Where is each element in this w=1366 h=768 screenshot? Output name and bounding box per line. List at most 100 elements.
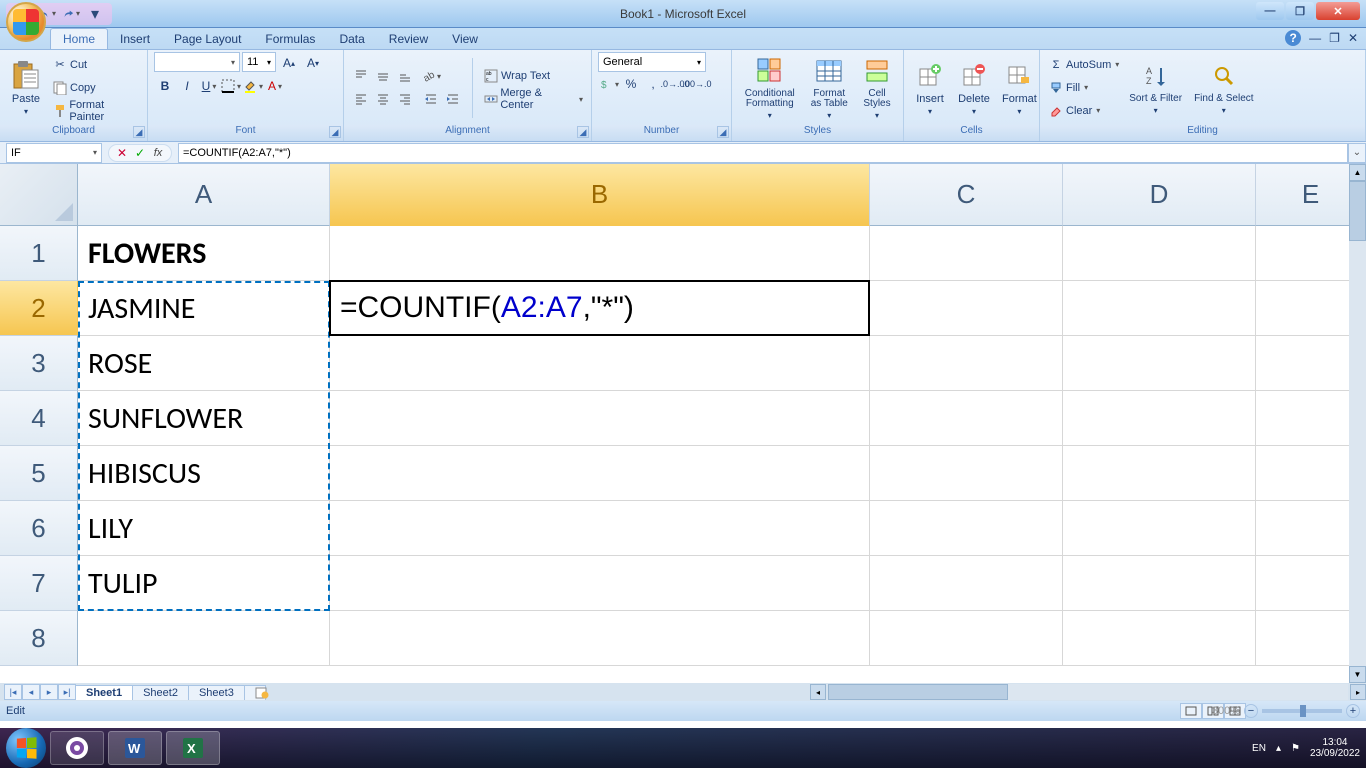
tray-flag-icon[interactable]: ⚑ bbox=[1291, 743, 1300, 754]
cell-C5[interactable] bbox=[870, 446, 1063, 501]
find-select-button[interactable]: Find & Select▾ bbox=[1190, 58, 1257, 117]
align-middle-button[interactable] bbox=[372, 65, 394, 87]
cell-D1[interactable] bbox=[1063, 226, 1256, 281]
merge-center-button[interactable]: Merge & Center bbox=[481, 88, 585, 110]
row-header-3[interactable]: 3 bbox=[0, 336, 78, 391]
row-header-5[interactable]: 5 bbox=[0, 446, 78, 501]
row-header-1[interactable]: 1 bbox=[0, 226, 78, 281]
tray-chevron-icon[interactable]: ▴ bbox=[1276, 743, 1281, 754]
scroll-up-button[interactable]: ▲ bbox=[1349, 164, 1366, 181]
cell-A8[interactable] bbox=[78, 611, 330, 666]
cell-C2[interactable] bbox=[870, 281, 1063, 336]
fill-button[interactable]: Fill bbox=[1046, 77, 1121, 99]
cell-C4[interactable] bbox=[870, 391, 1063, 446]
align-center-button[interactable] bbox=[372, 88, 394, 110]
cell-B1[interactable] bbox=[330, 226, 870, 281]
sheet-tab-sheet1[interactable]: Sheet1 bbox=[75, 685, 133, 700]
sheet-nav-prev[interactable]: ◂ bbox=[22, 684, 40, 700]
cell-A1[interactable]: FLOWERS bbox=[78, 226, 330, 281]
cell-D7[interactable] bbox=[1063, 556, 1256, 611]
column-header-A[interactable]: A bbox=[78, 164, 330, 226]
office-button[interactable] bbox=[6, 2, 46, 42]
cell-A7[interactable]: TULIP bbox=[78, 556, 330, 611]
horizontal-scrollbar[interactable] bbox=[828, 684, 1348, 700]
row-header-6[interactable]: 6 bbox=[0, 501, 78, 556]
scroll-down-button[interactable]: ▼ bbox=[1349, 666, 1366, 683]
cell-B4[interactable] bbox=[330, 391, 870, 446]
cell-B7[interactable] bbox=[330, 556, 870, 611]
formula-enter-button[interactable]: ✓ bbox=[131, 146, 149, 160]
clear-button[interactable]: Clear bbox=[1046, 100, 1121, 122]
copy-button[interactable]: Copy bbox=[50, 77, 141, 99]
tab-home[interactable]: Home bbox=[50, 28, 108, 49]
cell-C1[interactable] bbox=[870, 226, 1063, 281]
row-header-8[interactable]: 8 bbox=[0, 611, 78, 666]
window-close-button[interactable]: ✕ bbox=[1316, 2, 1360, 20]
zoom-slider[interactable] bbox=[1262, 709, 1342, 713]
sheet-nav-first[interactable]: |◂ bbox=[4, 684, 22, 700]
cell-B3[interactable] bbox=[330, 336, 870, 391]
row-header-4[interactable]: 4 bbox=[0, 391, 78, 446]
cell-C8[interactable] bbox=[870, 611, 1063, 666]
grow-font-button[interactable]: A▴ bbox=[278, 52, 300, 74]
cell-B2[interactable]: =COUNTIF(A2:A7,"*") bbox=[330, 281, 870, 336]
qat-redo-icon[interactable] bbox=[62, 5, 80, 23]
tab-view[interactable]: View bbox=[440, 29, 490, 49]
align-top-button[interactable] bbox=[350, 65, 372, 87]
formula-input[interactable]: =COUNTIF(A2:A7,"*") bbox=[178, 143, 1348, 163]
taskbar-app-excel[interactable]: X bbox=[166, 731, 220, 765]
select-all-corner[interactable] bbox=[0, 164, 78, 226]
paste-button[interactable]: Paste▾ bbox=[6, 57, 46, 118]
delete-cells-button[interactable]: Delete▾ bbox=[954, 57, 994, 118]
italic-button[interactable]: I bbox=[176, 75, 198, 97]
font-size-combo[interactable]: 11▾ bbox=[242, 52, 276, 72]
border-button[interactable] bbox=[220, 75, 242, 97]
decrease-decimal-button[interactable]: .00→.0 bbox=[686, 73, 708, 95]
sheet-tab-sheet2[interactable]: Sheet2 bbox=[132, 685, 189, 700]
cell-C6[interactable] bbox=[870, 501, 1063, 556]
orientation-button[interactable]: ab bbox=[420, 65, 442, 87]
tab-insert[interactable]: Insert bbox=[108, 29, 162, 49]
shrink-font-button[interactable]: A▾ bbox=[302, 52, 324, 74]
tab-review[interactable]: Review bbox=[377, 29, 440, 49]
window-restore-button[interactable]: ❐ bbox=[1286, 2, 1314, 20]
cell-D6[interactable] bbox=[1063, 501, 1256, 556]
insert-cells-button[interactable]: Insert▾ bbox=[910, 57, 950, 118]
increase-indent-button[interactable] bbox=[442, 88, 464, 110]
taskbar-app-word[interactable]: W bbox=[108, 731, 162, 765]
vertical-scrollbar[interactable]: ▲ ▼ bbox=[1349, 164, 1366, 683]
autosum-button[interactable]: ΣAutoSum bbox=[1046, 54, 1121, 76]
cut-button[interactable]: ✂Cut bbox=[50, 54, 141, 76]
cell-C3[interactable] bbox=[870, 336, 1063, 391]
font-name-combo[interactable]: ▾ bbox=[154, 52, 240, 72]
tab-data[interactable]: Data bbox=[327, 29, 376, 49]
zoom-in-button[interactable]: + bbox=[1346, 704, 1360, 718]
cell-D8[interactable] bbox=[1063, 611, 1256, 666]
ribbon-minimize-icon[interactable]: — bbox=[1309, 31, 1321, 45]
tab-formulas[interactable]: Formulas bbox=[253, 29, 327, 49]
cell-B8[interactable] bbox=[330, 611, 870, 666]
scroll-thumb[interactable] bbox=[1349, 181, 1366, 241]
percent-button[interactable]: % bbox=[620, 73, 642, 95]
underline-button[interactable]: U bbox=[198, 75, 220, 97]
doc-close-icon[interactable]: ✕ bbox=[1348, 31, 1358, 45]
decrease-indent-button[interactable] bbox=[420, 88, 442, 110]
insert-function-button[interactable]: fx bbox=[149, 147, 167, 159]
formula-bar-expand[interactable]: ⌄ bbox=[1348, 143, 1366, 163]
cell-D4[interactable] bbox=[1063, 391, 1256, 446]
help-icon[interactable]: ? bbox=[1285, 30, 1301, 46]
qat-customize-icon[interactable]: ▾ bbox=[86, 5, 104, 23]
cell-styles-button[interactable]: Cell Styles▾ bbox=[857, 53, 897, 122]
number-launcher[interactable]: ◢ bbox=[717, 126, 729, 138]
tray-lang[interactable]: EN bbox=[1252, 743, 1266, 754]
sheet-tab-sheet3[interactable]: Sheet3 bbox=[188, 685, 245, 700]
hscroll-right-button[interactable]: ▸ bbox=[1350, 684, 1366, 700]
start-button[interactable] bbox=[6, 728, 46, 768]
view-normal-button[interactable] bbox=[1180, 703, 1202, 719]
align-left-button[interactable] bbox=[350, 88, 372, 110]
bold-button[interactable]: B bbox=[154, 75, 176, 97]
formula-cancel-button[interactable]: ✕ bbox=[113, 146, 131, 160]
taskbar-app-browser[interactable] bbox=[50, 731, 104, 765]
font-launcher[interactable]: ◢ bbox=[329, 126, 341, 138]
cell-A6[interactable]: LILY bbox=[78, 501, 330, 556]
